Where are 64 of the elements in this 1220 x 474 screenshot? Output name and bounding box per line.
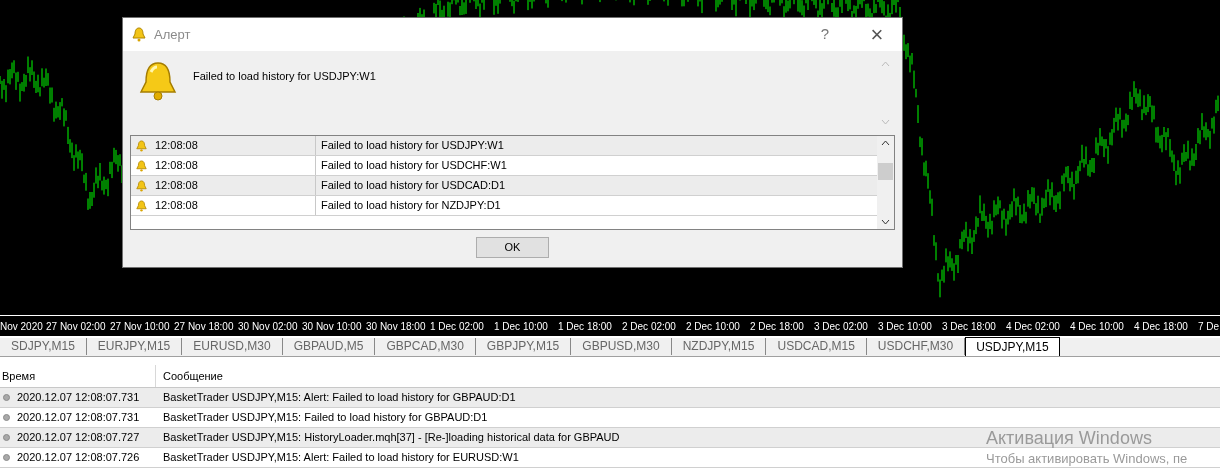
chart-tab[interactable]: GBPJPY,M15 [475, 338, 572, 355]
chart-tab[interactable]: GBPAUD,M5 [282, 338, 376, 355]
chart-tab[interactable]: EURJPY,M15 [86, 338, 183, 355]
close-button[interactable]: × [867, 23, 887, 46]
time-axis-label: 4 Dec 10:00 [1069, 319, 1125, 334]
bell-icon [136, 159, 147, 172]
time-axis-label: 2 Dec 02:00 [621, 319, 677, 334]
chart-tab[interactable]: GBPCAD,M30 [375, 338, 476, 355]
bell-icon [136, 199, 147, 212]
table-cell-text: 2020.12.07 12:08:07.727 [16, 430, 141, 446]
time-axis-label: Nov 2020 [0, 319, 44, 334]
time-axis-label: 1 Dec 18:00 [557, 319, 613, 334]
time-axis-label: 2 Dec 18:00 [749, 319, 805, 334]
time-axis-label: 4 Dec 18:00 [1133, 319, 1189, 334]
time-axis-label: 3 Dec 18:00 [941, 319, 997, 334]
time-axis-label: 30 Nov 18:00 [365, 319, 427, 334]
scroll-down-icon[interactable] [881, 219, 890, 225]
time-axis-label: 27 Nov 18:00 [173, 319, 235, 334]
time-axis-label: 2 Dec 10:00 [685, 319, 741, 334]
bell-icon [137, 60, 179, 102]
time-axis-label: 1 Dec 10:00 [493, 319, 549, 334]
chart-tab[interactable]: USDCAD,M15 [766, 338, 867, 355]
time-axis-label: 3 Dec 10:00 [877, 319, 933, 334]
table-cell-text: BasketTrader USDJPY,M15: Failed to load history for GBPAUD:D1 [162, 410, 488, 426]
table-cell-text: 2020.12.07 12:08:07.726 [16, 450, 141, 466]
time-axis-label: 3 Dec 02:00 [813, 319, 869, 334]
time-axis-label: 30 Nov 10:00 [301, 319, 363, 334]
table-cell-text: Failed to load history for USDJPY:W1 [320, 138, 504, 154]
activation-text: Чтобы активировать Windows, пе [986, 450, 1188, 468]
bell-icon [136, 139, 147, 152]
bell-icon [136, 179, 147, 192]
table-cell-text: BasketTrader USDJPY,M15: HistoryLoader.mqh[37] - [Re-]loading historical data for GBPAUD [162, 430, 620, 446]
table-cell-text: Failed to load history for NZDJPY:D1 [320, 198, 501, 214]
table-cell: 12:08:08 [147, 176, 316, 195]
table-cell: 12:08:08 [147, 196, 316, 215]
time-axis-label: 7 De [1197, 319, 1220, 334]
chart-tab[interactable]: SDJPY,M15 [0, 338, 87, 355]
column-header[interactable]: Сообщение [156, 367, 223, 385]
chart-tab[interactable]: USDJPY,M15 [965, 337, 1060, 356]
table-cell-text: 2020.12.07 12:08:07.731 [16, 390, 141, 406]
ok-button[interactable]: OK [476, 237, 549, 258]
time-axis-label: 30 Nov 02:00 [237, 319, 299, 334]
chart-tab[interactable]: EURUSD,M30 [182, 338, 283, 355]
table-cell: 12:08:08 [147, 156, 316, 175]
table-cell-text: BasketTrader USDJPY,M15: Alert: Failed to load history for EURUSD:W1 [162, 450, 519, 466]
alert-message: Failed to load history for USDJPY:W1 [193, 69, 376, 82]
dialog-title: Алерт [154, 25, 191, 44]
chart-tab[interactable]: GBPUSD,M30 [571, 338, 672, 355]
table-cell: 12:08:08 [147, 136, 316, 155]
time-axis-label: 4 Dec 02:00 [1005, 319, 1061, 334]
scroll-up-icon[interactable] [881, 140, 890, 146]
time-axis-label: 27 Nov 02:00 [45, 319, 107, 334]
time-axis-label: 27 Nov 10:00 [109, 319, 171, 334]
scroll-thumb[interactable] [878, 163, 893, 180]
table-cell-text: BasketTrader USDJPY,M15: Alert: Failed to load history for GBPAUD:D1 [162, 390, 516, 406]
activation-title: Активация Windows [986, 428, 1153, 448]
table-cell-text: Failed to load history for USDCAD:D1 [320, 178, 505, 194]
help-button[interactable]: ? [815, 23, 835, 46]
column-header[interactable]: Время [0, 365, 156, 387]
table-cell-text: 2020.12.07 12:08:07.731 [16, 410, 141, 426]
chart-tab[interactable]: NZDJPY,M15 [671, 338, 767, 355]
time-axis-label: 1 Dec 02:00 [429, 319, 485, 334]
table-cell-text: Failed to load history for USDCHF:W1 [320, 158, 507, 174]
bell-icon [132, 27, 146, 42]
